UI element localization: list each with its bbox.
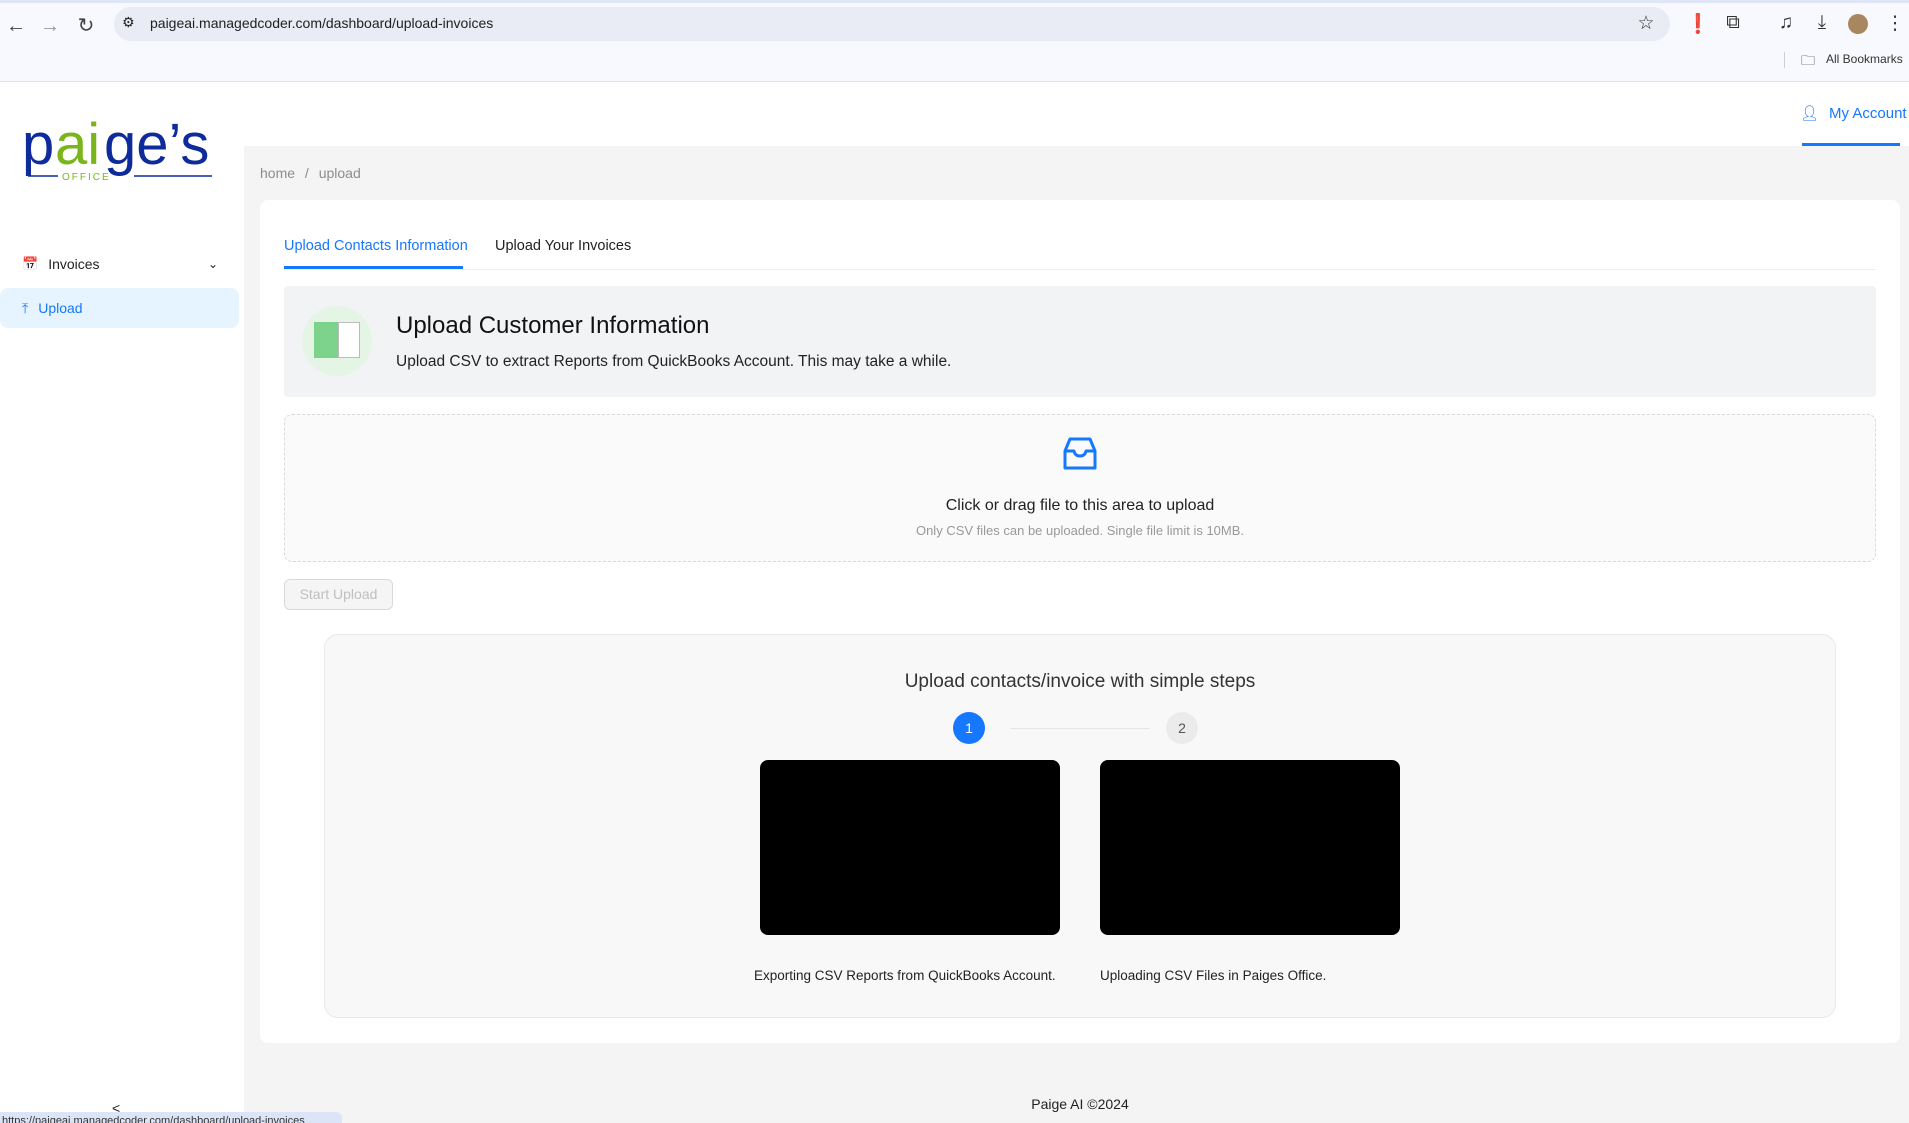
step-connector [1010,728,1150,729]
browser-toolbar: ← → ↻ ⚙ paigeai.managedcoder.com/dashboa… [0,0,1909,82]
user-icon: 👤︎ [1800,105,1820,122]
dropzone-text: Click or drag file to this area to uploa… [945,497,1215,514]
sidebar-item-label: Invoices [48,256,100,272]
status-bar-url: https://paigeai.managedcoder.com/dashboa… [0,1112,342,1123]
manual-illustration [302,306,372,376]
my-account-label: My Account [1829,104,1907,122]
inbox-icon [285,435,1875,477]
menu-icon[interactable]: ⋮ [1882,12,1908,35]
forward-icon[interactable]: → [38,14,62,38]
breadcrumb-home[interactable]: home [260,165,295,181]
bookmark-star-icon[interactable]: ☆ [1633,12,1659,35]
svg-text:ge’s: ge’s [104,118,209,177]
breadcrumb-current: upload [318,165,361,181]
file-dropzone[interactable]: Click or drag file to this area to uploa… [284,414,1876,562]
steps-title: Upload contacts/invoice with simple step… [904,671,1256,692]
sidebar-item-invoices[interactable]: 📅 Invoices ⌄ [0,244,239,284]
sidebar-item-upload[interactable]: ⤒ Upload [0,288,239,328]
my-account-menu[interactable]: 👤︎ My Account [1800,104,1907,123]
step-2-indicator[interactable]: 2 [1166,712,1198,744]
tab-ink-bar [284,266,463,269]
chevron-down-icon[interactable]: ⌄ [208,257,218,271]
media-icon[interactable]: ♫ [1773,12,1799,34]
url-text[interactable]: paigeai.managedcoder.com/dashboard/uploa… [150,15,493,31]
extension-alert-icon[interactable]: ❗ [1685,12,1711,36]
profile-avatar[interactable] [1848,14,1868,34]
tab-upload-invoices[interactable]: Upload Your Invoices [495,238,631,254]
info-title: Upload Customer Information [396,312,710,339]
svg-text:OFFICE: OFFICE [62,172,111,183]
info-description: Upload CSV to extract Reports from Quick… [396,353,952,370]
svg-text:p: p [22,118,54,177]
calendar-icon: 📅 [22,256,39,271]
info-banner: Upload Customer Information Upload CSV t… [284,286,1876,397]
video-step-2[interactable] [1100,760,1400,935]
reload-icon[interactable]: ↻ [74,14,98,38]
step-1-caption: Exporting CSV Reports from QuickBooks Ac… [754,968,1056,983]
step-1-indicator[interactable]: 1 [953,712,985,744]
folder-icon: 🗀 [1801,52,1815,68]
back-icon[interactable]: ← [4,14,28,38]
sidebar [0,82,244,1123]
video-step-1[interactable] [760,760,1060,935]
upload-icon: ⤒ [22,299,29,316]
extensions-icon[interactable]: ⧉ [1720,12,1746,34]
sidebar-item-label: Upload [38,300,83,316]
divider [1784,52,1785,68]
all-bookmarks[interactable]: All Bookmarks [1826,52,1903,66]
start-upload-button[interactable]: Start Upload [284,579,393,610]
tab-divider [284,269,1876,270]
footer: Paige AI ©2024 [1031,1096,1129,1112]
breadcrumb: home / upload [260,165,361,181]
tab-strip-edge [0,0,1909,3]
download-icon[interactable]: ⤓ [1809,12,1835,34]
step-2-caption: Uploading CSV Files in Paiges Office. [1100,968,1327,983]
breadcrumb-separator: / [304,165,309,181]
tab-upload-contacts[interactable]: Upload Contacts Information [284,238,468,254]
dropzone-hint: Only CSV files can be uploaded. Single f… [915,523,1245,538]
svg-text:ai: ai [55,118,100,177]
site-settings-icon[interactable]: ⚙ [122,14,135,31]
steps-panel: Upload contacts/invoice with simple step… [324,634,1836,1018]
active-indicator [1802,143,1900,146]
logo[interactable]: p ai ge’s OFFICE [22,112,217,195]
